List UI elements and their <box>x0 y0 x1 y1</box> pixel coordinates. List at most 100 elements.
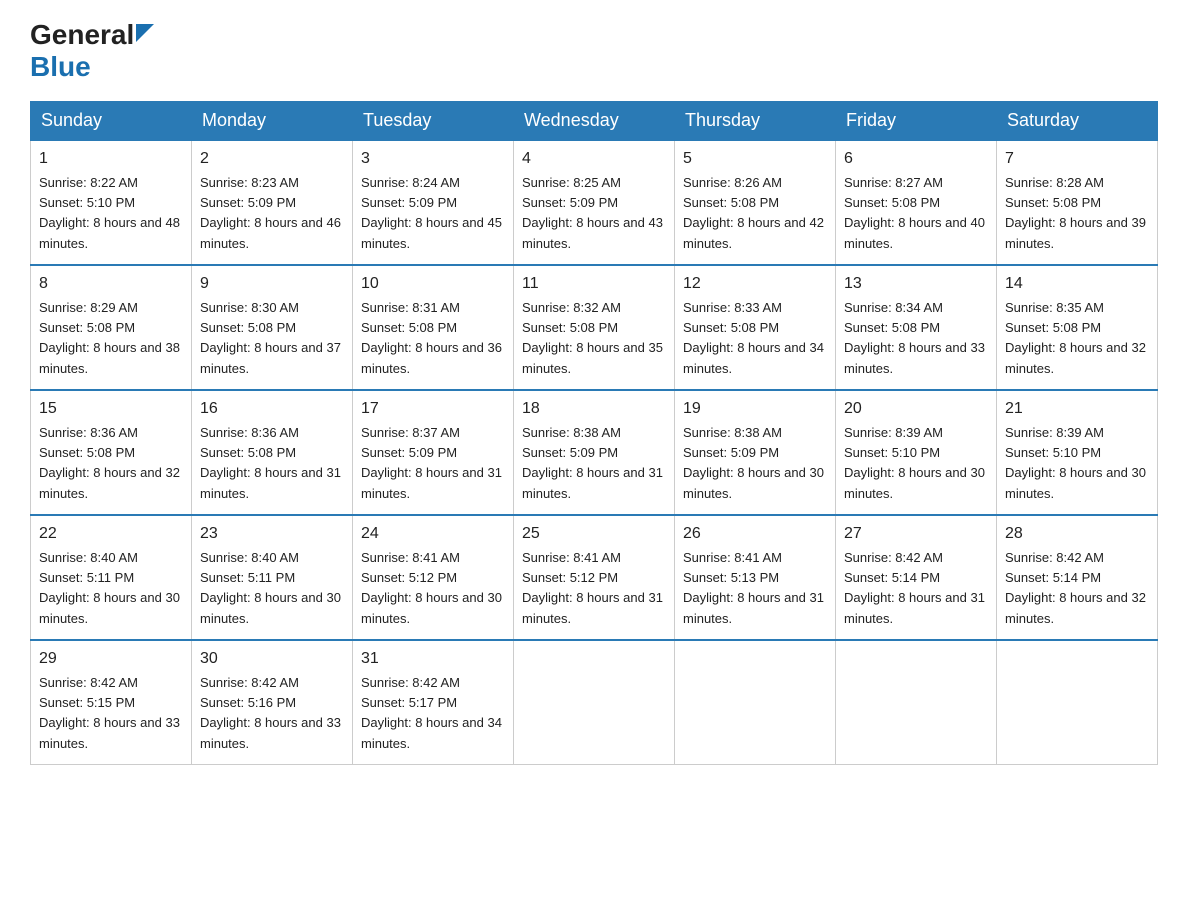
day-number: 29 <box>39 647 183 671</box>
day-info: Sunrise: 8:38 AMSunset: 5:09 PMDaylight:… <box>522 425 663 501</box>
day-info: Sunrise: 8:38 AMSunset: 5:09 PMDaylight:… <box>683 425 824 501</box>
day-info: Sunrise: 8:35 AMSunset: 5:08 PMDaylight:… <box>1005 300 1146 376</box>
day-info: Sunrise: 8:41 AMSunset: 5:13 PMDaylight:… <box>683 550 824 626</box>
day-number: 11 <box>522 272 666 296</box>
day-number: 17 <box>361 397 505 421</box>
day-info: Sunrise: 8:41 AMSunset: 5:12 PMDaylight:… <box>522 550 663 626</box>
day-info: Sunrise: 8:36 AMSunset: 5:08 PMDaylight:… <box>39 425 180 501</box>
logo-arrow-icon <box>136 24 154 42</box>
calendar-cell: 4Sunrise: 8:25 AMSunset: 5:09 PMDaylight… <box>514 140 675 265</box>
day-number: 19 <box>683 397 827 421</box>
calendar-cell: 23 Sunrise: 8:40 AMSunset: 5:11 PMDayligh… <box>192 515 353 640</box>
logo: General Blue <box>30 20 154 83</box>
day-info: Sunrise: 8:27 AMSunset: 5:08 PMDaylight:… <box>844 175 985 251</box>
weekday-header-thursday: Thursday <box>675 101 836 140</box>
day-number: 16 <box>200 397 344 421</box>
day-info: Sunrise: 8:42 AMSunset: 5:16 PMDaylight:… <box>200 675 341 751</box>
day-number: 20 <box>844 397 988 421</box>
day-info: Sunrise: 8:42 AMSunset: 5:14 PMDaylight:… <box>844 550 985 626</box>
calendar-cell: 8 Sunrise: 8:29 AMSunset: 5:08 PMDaylight… <box>31 265 192 390</box>
day-info: Sunrise: 8:26 AMSunset: 5:08 PMDaylight:… <box>683 175 824 251</box>
calendar-table: SundayMondayTuesdayWednesdayThursdayFrid… <box>30 101 1158 765</box>
day-number: 4 <box>522 147 666 171</box>
calendar-cell: 2 Sunrise: 8:23 AMSunset: 5:09 PMDaylight… <box>192 140 353 265</box>
day-info: Sunrise: 8:32 AMSunset: 5:08 PMDaylight:… <box>522 300 663 376</box>
weekday-header-wednesday: Wednesday <box>514 101 675 140</box>
day-number: 15 <box>39 397 183 421</box>
logo-blue: Blue <box>30 51 91 82</box>
day-number: 6 <box>844 147 988 171</box>
weekday-header-friday: Friday <box>836 101 997 140</box>
day-info: Sunrise: 8:42 AMSunset: 5:17 PMDaylight:… <box>361 675 502 751</box>
calendar-cell <box>514 640 675 765</box>
calendar-cell: 24Sunrise: 8:41 AMSunset: 5:12 PMDayligh… <box>353 515 514 640</box>
day-number: 18 <box>522 397 666 421</box>
calendar-cell: 18 Sunrise: 8:38 AMSunset: 5:09 PMDayligh… <box>514 390 675 515</box>
calendar-week-row: 22 Sunrise: 8:40 AMSunset: 5:11 PMDayligh… <box>31 515 1158 640</box>
day-number: 27 <box>844 522 988 546</box>
day-number: 1 <box>39 147 183 171</box>
calendar-cell: 5 Sunrise: 8:26 AMSunset: 5:08 PMDaylight… <box>675 140 836 265</box>
calendar-cell: 25 Sunrise: 8:41 AMSunset: 5:12 PMDayligh… <box>514 515 675 640</box>
day-info: Sunrise: 8:24 AMSunset: 5:09 PMDaylight:… <box>361 175 502 251</box>
logo-general: General <box>30 20 134 51</box>
weekday-header-monday: Monday <box>192 101 353 140</box>
calendar-cell: 14 Sunrise: 8:35 AMSunset: 5:08 PMDayligh… <box>997 265 1158 390</box>
day-number: 9 <box>200 272 344 296</box>
calendar-cell <box>836 640 997 765</box>
page-header: General Blue <box>30 20 1158 83</box>
day-number: 26 <box>683 522 827 546</box>
day-info: Sunrise: 8:40 AMSunset: 5:11 PMDaylight:… <box>39 550 180 626</box>
day-number: 3 <box>361 147 505 171</box>
calendar-week-row: 1Sunrise: 8:22 AMSunset: 5:10 PMDaylight… <box>31 140 1158 265</box>
day-info: Sunrise: 8:42 AMSunset: 5:14 PMDaylight:… <box>1005 550 1146 626</box>
calendar-cell <box>675 640 836 765</box>
calendar-cell: 12 Sunrise: 8:33 AMSunset: 5:08 PMDayligh… <box>675 265 836 390</box>
day-number: 8 <box>39 272 183 296</box>
weekday-header-saturday: Saturday <box>997 101 1158 140</box>
day-info: Sunrise: 8:34 AMSunset: 5:08 PMDaylight:… <box>844 300 985 376</box>
day-number: 5 <box>683 147 827 171</box>
day-number: 12 <box>683 272 827 296</box>
calendar-cell: 17 Sunrise: 8:37 AMSunset: 5:09 PMDayligh… <box>353 390 514 515</box>
calendar-cell: 3 Sunrise: 8:24 AMSunset: 5:09 PMDaylight… <box>353 140 514 265</box>
day-info: Sunrise: 8:28 AMSunset: 5:08 PMDaylight:… <box>1005 175 1146 251</box>
calendar-cell: 9Sunrise: 8:30 AMSunset: 5:08 PMDaylight… <box>192 265 353 390</box>
calendar-cell <box>997 640 1158 765</box>
calendar-cell: 27 Sunrise: 8:42 AMSunset: 5:14 PMDayligh… <box>836 515 997 640</box>
day-number: 22 <box>39 522 183 546</box>
calendar-cell: 29 Sunrise: 8:42 AMSunset: 5:15 PMDayligh… <box>31 640 192 765</box>
day-number: 21 <box>1005 397 1149 421</box>
day-number: 14 <box>1005 272 1149 296</box>
calendar-cell: 6 Sunrise: 8:27 AMSunset: 5:08 PMDaylight… <box>836 140 997 265</box>
day-info: Sunrise: 8:37 AMSunset: 5:09 PMDaylight:… <box>361 425 502 501</box>
calendar-cell: 13 Sunrise: 8:34 AMSunset: 5:08 PMDayligh… <box>836 265 997 390</box>
day-info: Sunrise: 8:33 AMSunset: 5:08 PMDaylight:… <box>683 300 824 376</box>
day-info: Sunrise: 8:42 AMSunset: 5:15 PMDaylight:… <box>39 675 180 751</box>
calendar-cell: 11 Sunrise: 8:32 AMSunset: 5:08 PMDayligh… <box>514 265 675 390</box>
day-number: 10 <box>361 272 505 296</box>
calendar-cell: 26 Sunrise: 8:41 AMSunset: 5:13 PMDayligh… <box>675 515 836 640</box>
day-number: 13 <box>844 272 988 296</box>
day-number: 25 <box>522 522 666 546</box>
day-number: 30 <box>200 647 344 671</box>
day-info: Sunrise: 8:31 AMSunset: 5:08 PMDaylight:… <box>361 300 502 376</box>
day-info: Sunrise: 8:36 AMSunset: 5:08 PMDaylight:… <box>200 425 341 501</box>
day-number: 23 <box>200 522 344 546</box>
calendar-cell: 20Sunrise: 8:39 AMSunset: 5:10 PMDayligh… <box>836 390 997 515</box>
calendar-week-row: 8 Sunrise: 8:29 AMSunset: 5:08 PMDaylight… <box>31 265 1158 390</box>
day-number: 2 <box>200 147 344 171</box>
calendar-cell: 31 Sunrise: 8:42 AMSunset: 5:17 PMDayligh… <box>353 640 514 765</box>
calendar-cell: 28 Sunrise: 8:42 AMSunset: 5:14 PMDayligh… <box>997 515 1158 640</box>
day-info: Sunrise: 8:23 AMSunset: 5:09 PMDaylight:… <box>200 175 341 251</box>
calendar-cell: 10 Sunrise: 8:31 AMSunset: 5:08 PMDayligh… <box>353 265 514 390</box>
weekday-header-sunday: Sunday <box>31 101 192 140</box>
day-info: Sunrise: 8:29 AMSunset: 5:08 PMDaylight:… <box>39 300 180 376</box>
day-number: 7 <box>1005 147 1149 171</box>
day-number: 31 <box>361 647 505 671</box>
calendar-cell: 1Sunrise: 8:22 AMSunset: 5:10 PMDaylight… <box>31 140 192 265</box>
day-number: 28 <box>1005 522 1149 546</box>
calendar-week-row: 15 Sunrise: 8:36 AMSunset: 5:08 PMDayligh… <box>31 390 1158 515</box>
day-info: Sunrise: 8:40 AMSunset: 5:11 PMDaylight:… <box>200 550 341 626</box>
day-info: Sunrise: 8:41 AMSunset: 5:12 PMDaylight:… <box>361 550 502 626</box>
